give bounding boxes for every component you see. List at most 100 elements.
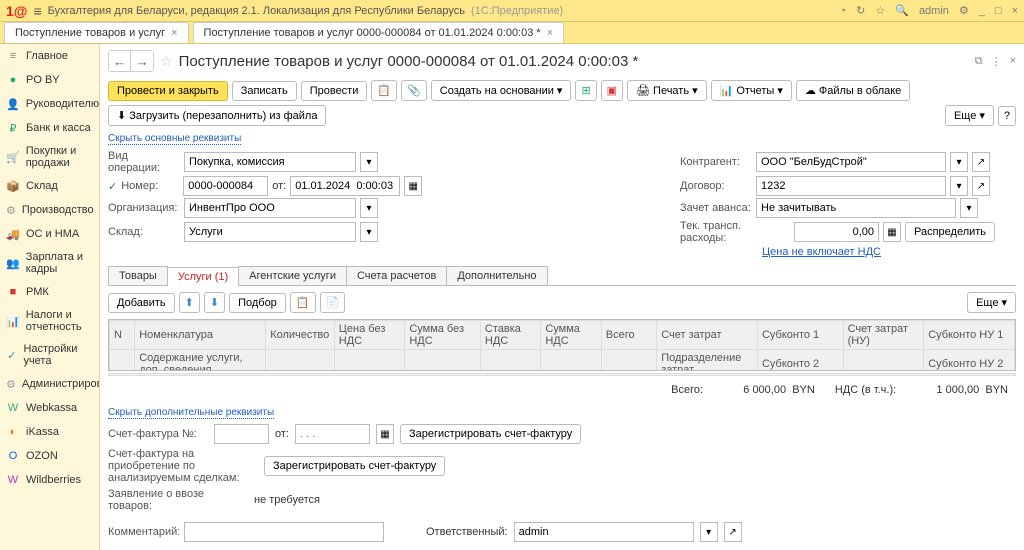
- invoice-num-field[interactable]: [214, 424, 269, 444]
- warehouse-field[interactable]: [184, 222, 356, 242]
- price-mode-link[interactable]: Цена не включает НДС: [762, 246, 881, 258]
- sidebar-item[interactable]: 📦Склад: [0, 174, 99, 198]
- dropdown-icon[interactable]: ▾: [950, 152, 968, 172]
- responsible-field[interactable]: [514, 522, 694, 542]
- copy-button[interactable]: 📋: [290, 292, 316, 313]
- sidebar-item[interactable]: ✓Настройки учета: [0, 338, 99, 372]
- sidebar-item[interactable]: OOZON: [0, 444, 99, 468]
- section-icon: 👤: [6, 97, 20, 111]
- distribute-button[interactable]: Распределить: [905, 222, 995, 242]
- transport-field[interactable]: [794, 222, 879, 242]
- dropdown-icon[interactable]: ▾: [360, 198, 378, 218]
- num-field[interactable]: [183, 176, 268, 196]
- post-button[interactable]: Провести: [301, 81, 368, 101]
- hide-extra-link[interactable]: Скрыть дополнительные реквизиты: [108, 407, 274, 419]
- org-field[interactable]: [184, 198, 356, 218]
- sidebar-item[interactable]: 🛒Покупки и продажи: [0, 140, 99, 174]
- dropdown-icon[interactable]: ▾: [700, 522, 718, 542]
- favorite-star-icon[interactable]: ☆: [160, 53, 173, 70]
- doc-tab[interactable]: Поступление товаров и услуг×: [4, 22, 189, 43]
- date-field[interactable]: [290, 176, 400, 196]
- sidebar-item[interactable]: 📊Налоги и отчетность: [0, 304, 99, 338]
- load-from-file-button[interactable]: ⬇ Загрузить (перезаполнить) из файла: [108, 105, 326, 126]
- register-invoice2-button[interactable]: Зарегистрировать счет-фактуру: [264, 456, 445, 476]
- pick-button[interactable]: Подбор: [229, 293, 286, 313]
- link-icon[interactable]: ⧉: [975, 55, 983, 68]
- sidebar-item[interactable]: 🚚ОС и НМА: [0, 222, 99, 246]
- calendar-icon[interactable]: ▦: [376, 424, 394, 444]
- services-table[interactable]: NНоменклатураКоличествоЦена без НДССумма…: [108, 319, 1016, 371]
- move-down-button[interactable]: ⬇: [204, 292, 225, 313]
- subtab[interactable]: Дополнительно: [446, 266, 547, 285]
- dropdown-icon[interactable]: ▾: [960, 198, 978, 218]
- sidebar-item[interactable]: ⚙Администрирование: [0, 372, 99, 396]
- mode-button[interactable]: ▣: [601, 80, 623, 101]
- dropdown-icon[interactable]: ▾: [360, 222, 378, 242]
- hamburger-icon[interactable]: ≡: [33, 3, 41, 19]
- invoice-date-field[interactable]: [295, 424, 370, 444]
- settings-icon[interactable]: ⚙: [959, 4, 969, 17]
- h-scrollbar[interactable]: [108, 373, 1016, 377]
- print-button[interactable]: 🖨 Печать ▾: [627, 80, 707, 101]
- minimize-icon[interactable]: _: [979, 5, 985, 17]
- calc-icon[interactable]: ▦: [883, 222, 901, 242]
- forward-button[interactable]: →: [131, 51, 153, 71]
- register-invoice-button[interactable]: Зарегистрировать счет-фактуру: [400, 424, 581, 444]
- advance-field[interactable]: [756, 198, 956, 218]
- calendar-icon[interactable]: ▦: [404, 176, 422, 196]
- hide-main-link[interactable]: Скрыть основные реквизиты: [108, 133, 241, 145]
- sidebar-item[interactable]: ◐iKassa: [0, 420, 99, 444]
- paste-button[interactable]: 📄: [320, 292, 346, 313]
- comment-field[interactable]: [184, 522, 384, 542]
- sidebar-item[interactable]: ≡Главное: [0, 44, 99, 68]
- subtab[interactable]: Товары: [108, 266, 168, 285]
- col-header: Номенклатура: [135, 321, 266, 350]
- user-name[interactable]: admin: [919, 5, 949, 17]
- sidebar-item[interactable]: 👥Зарплата и кадры: [0, 246, 99, 280]
- more-button[interactable]: Еще ▾: [945, 105, 994, 126]
- close-doc-icon[interactable]: ×: [1010, 55, 1016, 68]
- search-icon[interactable]: 🔍: [895, 4, 909, 17]
- optype-field[interactable]: [184, 152, 356, 172]
- subtab[interactable]: Услуги (1): [167, 267, 239, 286]
- sidebar-item[interactable]: 👤Руководителю: [0, 92, 99, 116]
- add-row-button[interactable]: Добавить: [108, 293, 175, 313]
- excel-button[interactable]: ⊞: [575, 80, 596, 101]
- subtab[interactable]: Агентские услуги: [238, 266, 347, 285]
- post-close-button[interactable]: Провести и закрыть: [108, 81, 228, 101]
- sidebar-item[interactable]: ⚙Производство: [0, 198, 99, 222]
- maximize-icon[interactable]: □: [995, 5, 1002, 17]
- contract-field[interactable]: [756, 176, 946, 196]
- col-header: [601, 350, 656, 371]
- create-based-button[interactable]: Создать на основании ▾: [431, 80, 572, 101]
- table-more-button[interactable]: Еще ▾: [967, 292, 1016, 313]
- attach-button[interactable]: 📎: [401, 80, 427, 101]
- menu-icon[interactable]: ⋮: [991, 55, 1002, 68]
- write-button[interactable]: Записать: [232, 81, 297, 101]
- doc-tab[interactable]: Поступление товаров и услуг 0000-000084 …: [193, 22, 565, 43]
- sidebar-item[interactable]: ■РМК: [0, 280, 99, 304]
- open-icon[interactable]: ↗: [972, 152, 990, 172]
- movements-button[interactable]: 📋: [371, 80, 397, 101]
- sidebar-item[interactable]: ₽Банк и касса: [0, 116, 99, 140]
- reports-button[interactable]: 📊 Отчеты ▾: [711, 80, 792, 101]
- compass-icon[interactable]: ◔: [839, 5, 846, 17]
- back-button[interactable]: ←: [109, 51, 131, 71]
- dropdown-icon[interactable]: ▾: [360, 152, 378, 172]
- close-tab-icon[interactable]: ×: [547, 27, 553, 39]
- open-icon[interactable]: ↗: [724, 522, 742, 542]
- move-up-button[interactable]: ⬆: [179, 292, 200, 313]
- sidebar-item[interactable]: WWebkassa: [0, 396, 99, 420]
- close-tab-icon[interactable]: ×: [171, 27, 177, 39]
- close-icon[interactable]: ×: [1012, 5, 1018, 17]
- sidebar-item[interactable]: WWildberries: [0, 468, 99, 492]
- star-icon[interactable]: ☆: [875, 4, 885, 17]
- help-button[interactable]: ?: [998, 106, 1016, 126]
- sidebar-item[interactable]: ●PO BY: [0, 68, 99, 92]
- subtab[interactable]: Счета расчетов: [346, 266, 447, 285]
- contractor-field[interactable]: [756, 152, 946, 172]
- open-icon[interactable]: ↗: [972, 176, 990, 196]
- dropdown-icon[interactable]: ▾: [950, 176, 968, 196]
- history-icon[interactable]: ↻: [856, 4, 865, 17]
- cloud-files-button[interactable]: ☁ Файлы в облаке: [796, 80, 910, 101]
